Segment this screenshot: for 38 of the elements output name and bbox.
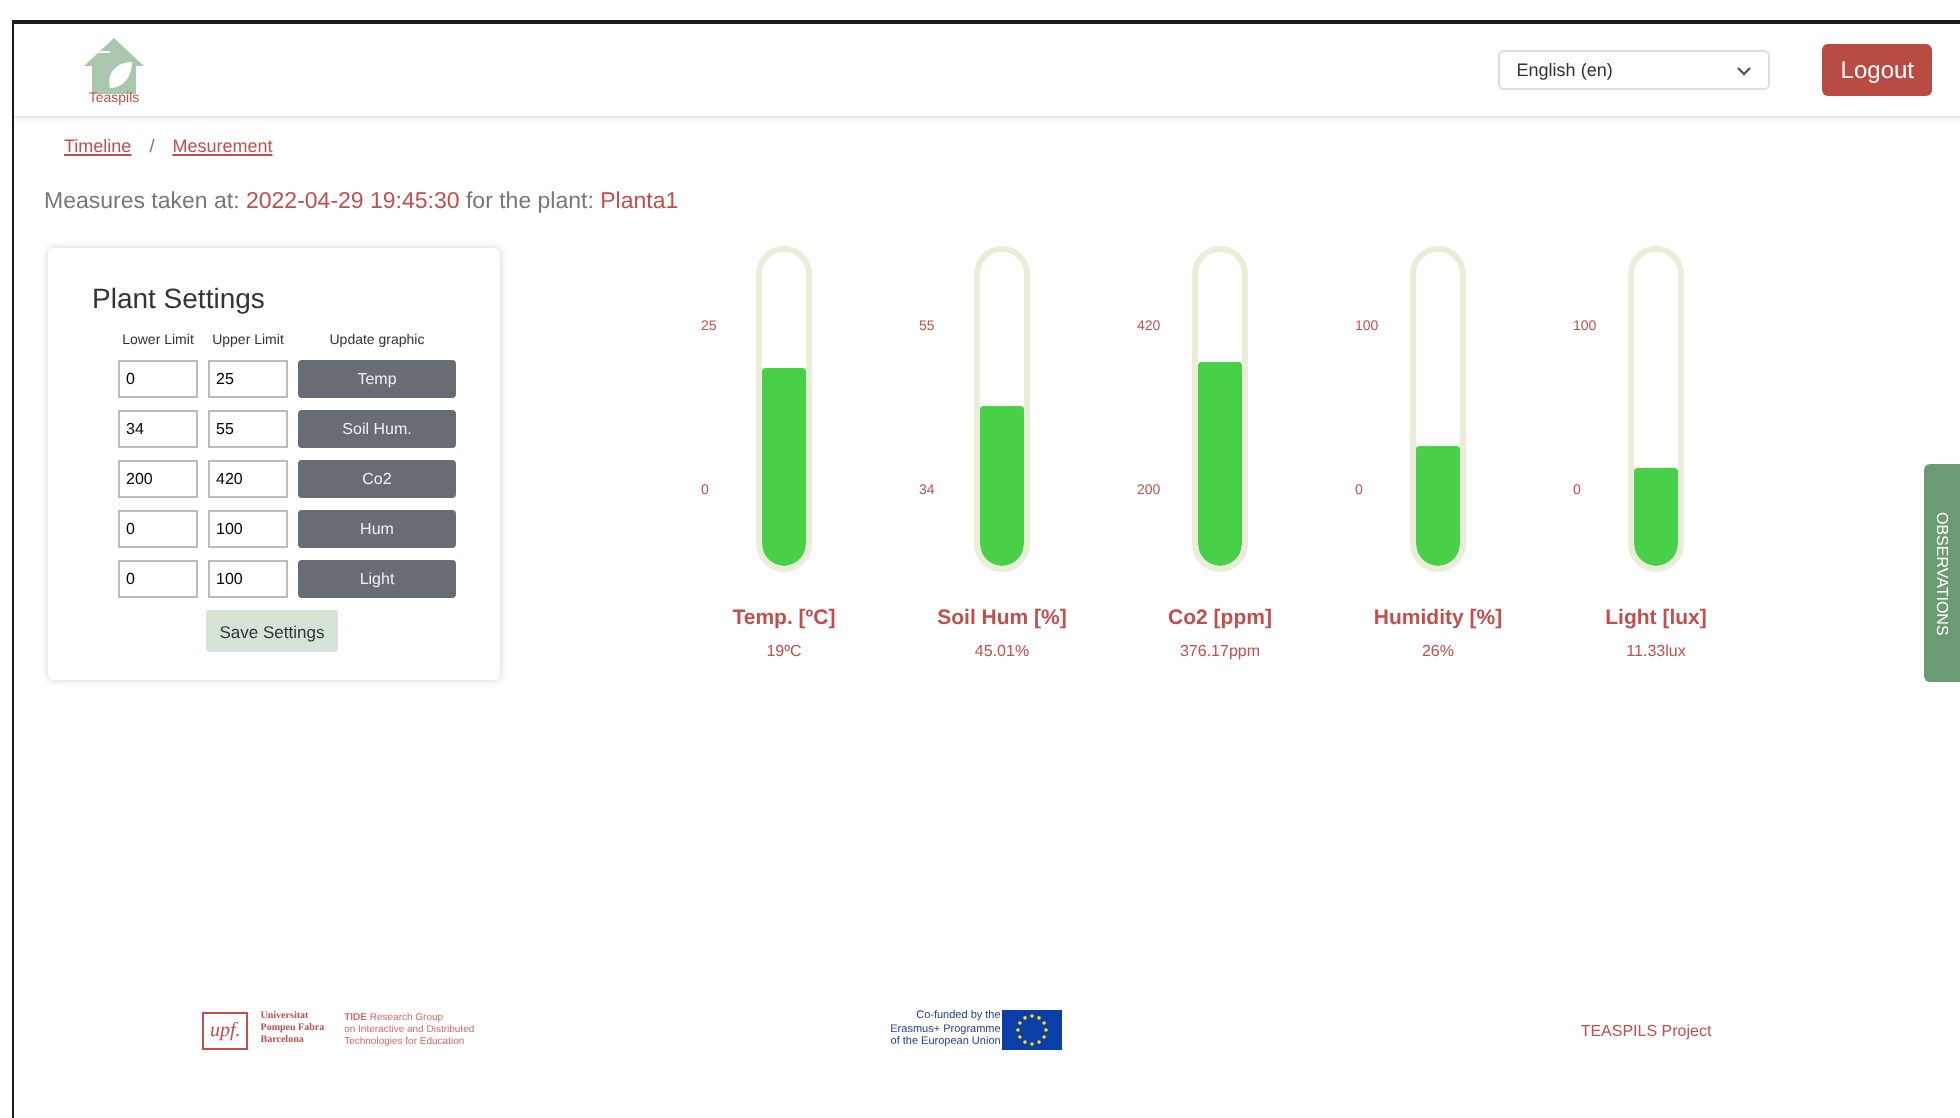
input-field[interactable]: 55 bbox=[208, 410, 288, 448]
gauge-reading: 11.33lux bbox=[1626, 642, 1686, 660]
gauge-reading: 376.17ppm bbox=[1179, 642, 1261, 660]
update-graphic-button[interactable]: Temp bbox=[298, 360, 456, 398]
input-field[interactable]: 100 bbox=[208, 510, 288, 548]
gauge-reading: 26% bbox=[1421, 642, 1454, 660]
update-graphic-button[interactable]: Soil Hum. bbox=[298, 410, 456, 448]
upf-logo: upf. bbox=[202, 1011, 249, 1049]
gauge-reading: 19ºC bbox=[766, 642, 802, 660]
flag-icon bbox=[1002, 1010, 1063, 1050]
input-field[interactable]: 420 bbox=[208, 460, 288, 498]
chevron-down-icon bbox=[1736, 65, 1753, 75]
input-field[interactable]: 34 bbox=[118, 410, 198, 448]
gauge-label: Soil Hum [%] bbox=[937, 606, 1067, 630]
breadcrumb-link[interactable]: Mesurement bbox=[172, 136, 273, 156]
input-field[interactable]: 100 bbox=[208, 560, 288, 598]
input-field[interactable]: 0 bbox=[118, 360, 198, 398]
input-field[interactable]: 25 bbox=[208, 360, 288, 398]
logout-button[interactable]: Logout bbox=[1822, 44, 1932, 96]
gauge-label: Light [lux] bbox=[1605, 606, 1707, 630]
gauge-reading: 45.01% bbox=[974, 642, 1030, 660]
save-settings-button[interactable]: Save Settings bbox=[205, 610, 339, 652]
house-leaf-icon bbox=[82, 35, 146, 95]
input-field[interactable]: 0 bbox=[118, 510, 198, 548]
language-select[interactable]: English (en) bbox=[1498, 50, 1771, 90]
gauge-label: Humidity [%] bbox=[1373, 606, 1503, 630]
update-graphic-button[interactable]: Light bbox=[298, 560, 456, 598]
gauge-label: Co2 [ppm] bbox=[1168, 606, 1272, 630]
card-title: Plant Settings bbox=[92, 282, 267, 314]
gauge-label: Temp. [ºC] bbox=[732, 606, 836, 630]
input-field[interactable]: 0 bbox=[118, 560, 198, 598]
breadcrumb-separator: / bbox=[149, 136, 155, 156]
breadcrumb-link[interactable]: Timeline bbox=[64, 136, 132, 156]
measures-info: Measures taken at: 2022-04-29 19:45:30 for the plant: Planta1 bbox=[44, 190, 681, 214]
project-text: TEASPILS Project bbox=[1580, 1021, 1712, 1039]
update-graphic-button[interactable]: Hum bbox=[298, 510, 456, 548]
update-graphic-button[interactable]: Co2 bbox=[298, 460, 456, 498]
input-field[interactable]: 200 bbox=[118, 460, 198, 498]
